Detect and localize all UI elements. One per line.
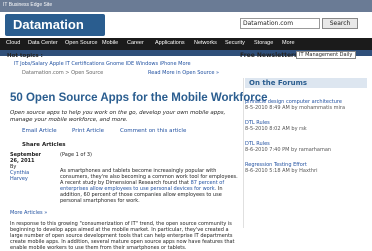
nav-item-applications[interactable]: Applications: [155, 40, 185, 46]
print-article-link[interactable]: Print Article: [72, 128, 104, 134]
author-link[interactable]: Cynthia Harvey: [10, 170, 46, 182]
forum-item-meta: 8-6-2010 5:18 AM by Haxthri: [245, 168, 318, 174]
forum-item-meta: 8-6-2010 7:40 PM by ramarhaman: [245, 147, 332, 153]
comment-link[interactable]: Comment on this article: [120, 128, 186, 134]
hot-topics-label: Hot topics :: [7, 53, 43, 59]
article-deck: Open source apps to help you work on the…: [10, 110, 226, 123]
nav-item-security[interactable]: Security: [225, 40, 245, 46]
forums-header: On the Forums: [245, 78, 367, 88]
search-button[interactable]: Search: [322, 18, 358, 29]
forum-item-meta: 8-5-2010 8:02 AM by rsk: [245, 126, 307, 132]
article-title: 50 Open Source Apps for the Mobile Workf…: [10, 92, 268, 104]
nav-item-mobile[interactable]: Mobile: [102, 40, 118, 46]
article-paragraph-1: As smartphones and tablets become increa…: [60, 168, 238, 204]
share-articles[interactable]: Share Articles: [22, 142, 66, 148]
nav-item-more[interactable]: More: [282, 40, 295, 46]
site-logo[interactable]: Datamation: [5, 14, 105, 36]
network-label[interactable]: IT Business Edge Site: [3, 2, 52, 8]
newsletter-label: Free Newsletters:: [240, 52, 300, 59]
forum-item-meta: 8-5-2010 8:49 AM by mohammatis mira: [245, 105, 346, 111]
more-articles-link[interactable]: More Articles »: [10, 210, 47, 216]
read-more-link[interactable]: Read More in Open Source »: [148, 70, 219, 76]
article-paragraph-2: In response to this growing "consumeriza…: [10, 221, 235, 251]
sidebar-divider: [243, 78, 244, 228]
nav-item-storage[interactable]: Storage: [254, 40, 273, 46]
article-date: September 26, 2011: [10, 152, 41, 164]
email-article-link[interactable]: Email Article: [22, 128, 57, 134]
nav-item-networks[interactable]: Networks: [194, 40, 217, 46]
logo-text: Datamation: [13, 17, 84, 32]
newsletter-select[interactable]: IT Management Daily: [296, 51, 356, 59]
forum-item: DTL Rules 8-6-2010 7:40 PM by ramarhaman: [245, 141, 367, 153]
forum-item: DTL Rules 8-5-2010 8:02 AM by rsk: [245, 120, 367, 132]
hot-topics-links[interactable]: IT Jobs/Salary Apple IT Certifications G…: [14, 61, 191, 67]
nav-item-career[interactable]: Career: [127, 40, 144, 46]
nav-item-open-source[interactable]: Open Source: [65, 40, 97, 46]
forums-title: On the Forums: [249, 79, 308, 87]
nav-item-data-center[interactable]: Data Center: [28, 40, 58, 46]
article-meta: September 26, 2011 By Cynthia Harvey: [10, 152, 46, 182]
search-input[interactable]: Datamation.com: [240, 18, 320, 29]
breadcrumb[interactable]: Datamation.com > Open Source: [22, 70, 103, 76]
forum-item: pinnacle design computer architecture 8-…: [245, 99, 367, 111]
main-nav: Cloud Data Center Open Source Mobile Car…: [0, 38, 372, 50]
nav-item-cloud[interactable]: Cloud: [6, 40, 20, 46]
forum-item: Regression Testing Effort 8-6-2010 5:18 …: [245, 162, 367, 174]
page-indicator: (Page 1 of 3): [60, 152, 92, 158]
network-bar: IT Business Edge Site: [0, 0, 372, 12]
